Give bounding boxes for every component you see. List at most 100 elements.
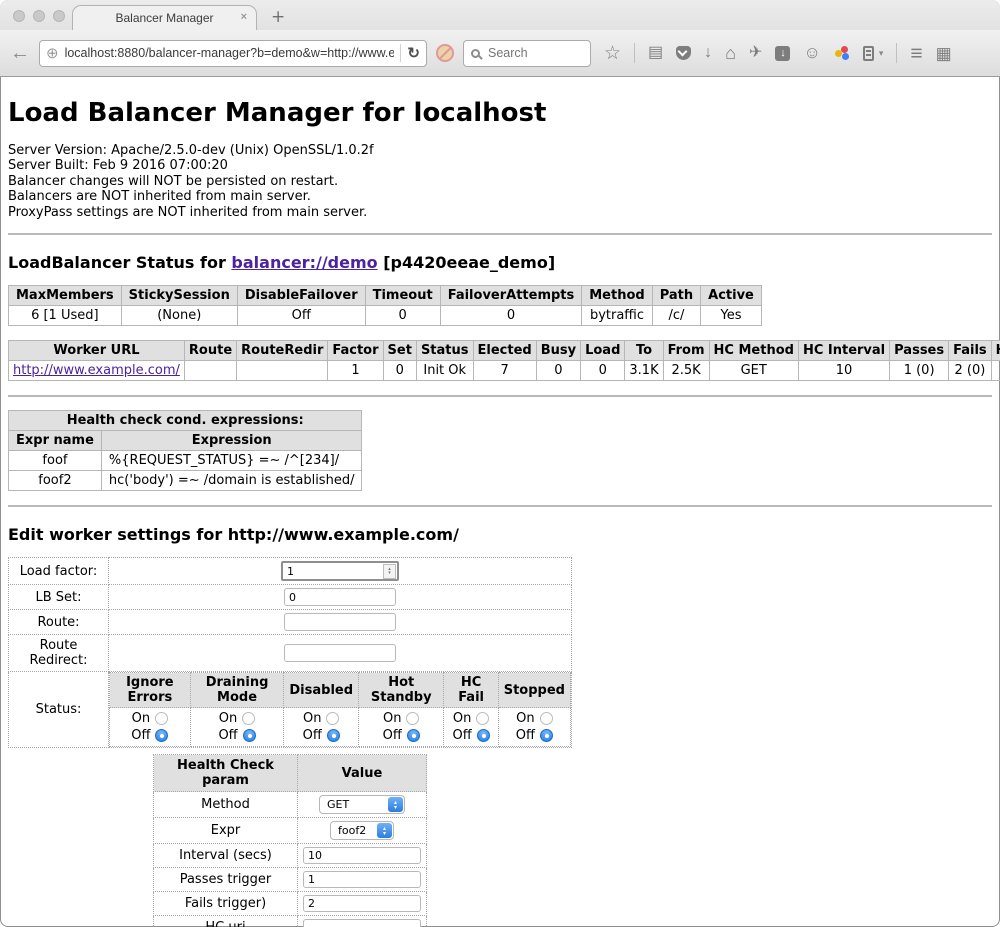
edit-worker-form: Load factor: LB Set: Route: Route Redire… bbox=[8, 557, 572, 927]
lb-set-input[interactable] bbox=[284, 588, 396, 606]
close-window-button[interactable] bbox=[13, 10, 25, 22]
col-expression: Expression bbox=[101, 431, 362, 451]
cell-hc-method: GET bbox=[709, 361, 798, 381]
col-to: To bbox=[625, 341, 663, 361]
cell-timeout: 0 bbox=[365, 306, 440, 326]
status-header-row: Ignore Errors Draining Mode Disabled Hot… bbox=[110, 673, 571, 708]
notice-persist: Balancer changes will NOT be persisted o… bbox=[8, 174, 992, 189]
col-draining-mode: Draining Mode bbox=[190, 673, 284, 708]
radio-off-label: Off bbox=[516, 727, 535, 744]
toolbar-separator bbox=[634, 43, 635, 63]
interval-input[interactable] bbox=[303, 847, 421, 864]
home-icon[interactable] bbox=[725, 44, 736, 63]
draining-mode-off-radio[interactable] bbox=[243, 729, 256, 742]
radio-on-label: On bbox=[453, 710, 471, 727]
cell-expression: hc('body') =~ /domain is established/ bbox=[101, 471, 362, 491]
urlbar-divider bbox=[400, 44, 401, 62]
ignore-errors-on-radio[interactable] bbox=[155, 712, 168, 725]
col-from: From bbox=[663, 341, 709, 361]
cell-method: bytraffic bbox=[582, 306, 652, 326]
search-bar[interactable] bbox=[463, 40, 591, 67]
route-redirect-input[interactable] bbox=[284, 644, 396, 662]
chevron-down-icon[interactable] bbox=[879, 49, 884, 58]
search-input[interactable] bbox=[486, 45, 576, 61]
stopped-off-radio[interactable] bbox=[540, 729, 553, 742]
search-icon bbox=[471, 49, 480, 58]
back-button[interactable] bbox=[10, 43, 30, 63]
hot-standby-on-radio[interactable] bbox=[406, 712, 419, 725]
col-factor: Factor bbox=[328, 341, 383, 361]
passes-input[interactable] bbox=[303, 871, 421, 888]
cell-to: 3.1K bbox=[625, 361, 663, 381]
hello-smiley-icon[interactable] bbox=[803, 44, 820, 62]
downloads-icon[interactable] bbox=[704, 45, 712, 61]
table-header-row: Worker URL Route RouteRedir Factor Set S… bbox=[9, 341, 1000, 361]
worker-url-link[interactable]: http://www.example.com/ bbox=[13, 363, 180, 378]
radio-off-label: Off bbox=[131, 727, 150, 744]
cell-elected: 7 bbox=[473, 361, 536, 381]
hc-fail-off-radio[interactable] bbox=[477, 729, 490, 742]
notice-balancers: Balancers are NOT inherited from main se… bbox=[8, 189, 992, 204]
sidebar-grid-icon[interactable] bbox=[936, 45, 952, 62]
toolbar-separator-2 bbox=[896, 43, 897, 63]
cell-disablefailover: Off bbox=[237, 306, 365, 326]
save-page-icon[interactable] bbox=[775, 46, 790, 61]
tab-balancer-manager[interactable]: Balancer Manager bbox=[72, 5, 257, 30]
bookmarks-menu-icon[interactable] bbox=[648, 45, 663, 61]
clipboard-battery-icon[interactable] bbox=[863, 46, 874, 61]
col-hc-interval: HC Interval bbox=[798, 341, 889, 361]
ignore-errors-off-radio[interactable] bbox=[155, 729, 168, 742]
menu-hamburger-icon[interactable] bbox=[910, 43, 922, 64]
cell-from: 2.5K bbox=[663, 361, 709, 381]
cell-passes: 1 (0) bbox=[890, 361, 949, 381]
route-input[interactable] bbox=[284, 613, 396, 631]
table-title-row: Health check cond. expressions: bbox=[9, 411, 362, 431]
status-row: Status: Ignore Errors Draining Mode Disa… bbox=[9, 672, 572, 748]
fails-input[interactable] bbox=[303, 895, 421, 912]
load-factor-input[interactable] bbox=[283, 565, 383, 578]
cell-expression: %{REQUEST_STATUS} =~ /^[234]/ bbox=[101, 451, 362, 471]
col-hc-value: Value bbox=[298, 755, 427, 792]
hc-uri-input[interactable] bbox=[303, 919, 421, 927]
draining-mode-on-radio[interactable] bbox=[242, 712, 255, 725]
radio-off-label: Off bbox=[218, 727, 237, 744]
hc-uri-row: HC uri bbox=[154, 916, 427, 927]
hc-expr-row: Expr foof2 bbox=[154, 818, 427, 844]
hc-method-row: Method GET bbox=[154, 792, 427, 818]
col-disablefailover: DisableFailover bbox=[237, 286, 365, 306]
status-flags-table: Ignore Errors Draining Mode Disabled Hot… bbox=[109, 672, 571, 747]
disabled-on-radio[interactable] bbox=[326, 712, 339, 725]
colorful-dots-icon[interactable] bbox=[834, 45, 850, 61]
stopped-on-radio[interactable] bbox=[540, 712, 553, 725]
col-status: Status bbox=[416, 341, 473, 361]
bookmark-star-icon[interactable] bbox=[604, 44, 621, 63]
radio-on-label: On bbox=[516, 710, 534, 727]
expr-select[interactable]: foof2 bbox=[330, 821, 394, 840]
hc-interval-row: Interval (secs) bbox=[154, 844, 427, 868]
disabled-off-radio[interactable] bbox=[327, 729, 340, 742]
send-tab-icon[interactable] bbox=[749, 45, 762, 61]
col-stickysession: StickySession bbox=[121, 286, 237, 306]
select-stepper-icon bbox=[377, 823, 392, 838]
pocket-icon[interactable] bbox=[676, 46, 691, 60]
cell-hc-uri bbox=[991, 361, 1000, 381]
zoom-window-button[interactable] bbox=[53, 10, 65, 22]
cell-failoverattempts: 0 bbox=[440, 306, 582, 326]
url-bar[interactable]: localhost:8880/balancer-manager?b=demo&w… bbox=[39, 40, 427, 67]
minimize-window-button[interactable] bbox=[33, 10, 45, 22]
reload-button[interactable] bbox=[407, 44, 420, 62]
blocked-plugin-icon[interactable] bbox=[436, 44, 454, 62]
select-stepper-icon bbox=[388, 797, 403, 812]
close-tab-icon[interactable] bbox=[241, 11, 247, 23]
method-select[interactable]: GET bbox=[319, 795, 405, 814]
load-factor-label: Load factor: bbox=[9, 558, 109, 585]
number-stepper-icon[interactable] bbox=[383, 564, 396, 579]
balancer-demo-link[interactable]: balancer://demo bbox=[231, 253, 377, 272]
col-load: Load bbox=[581, 341, 625, 361]
hc-fail-on-radio[interactable] bbox=[476, 712, 489, 725]
cell-fails: 2 (0) bbox=[949, 361, 992, 381]
new-tab-button[interactable] bbox=[271, 9, 285, 26]
hot-standby-off-radio[interactable] bbox=[407, 729, 420, 742]
site-identity-icon[interactable] bbox=[46, 44, 59, 62]
url-text[interactable]: localhost:8880/balancer-manager?b=demo&w… bbox=[65, 46, 395, 60]
